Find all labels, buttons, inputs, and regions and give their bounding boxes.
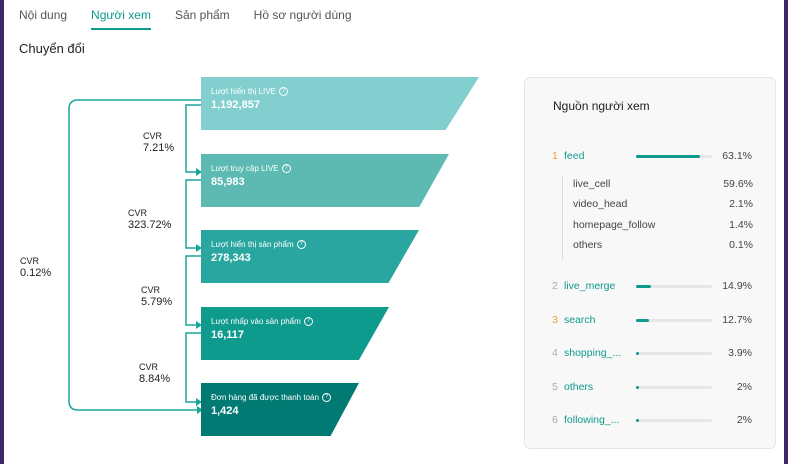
stage-label: Lượt truy cập LIVE [211, 164, 279, 173]
source-row-feed[interactable]: 1 feed 63.1% [552, 150, 752, 164]
feed-sub-sources: live_cell 59.6% video_head 2.1% homepage… [562, 176, 753, 260]
cvr-overall: CVR 0.12% [20, 255, 51, 279]
source-bar-fill [636, 155, 700, 158]
funnel-stage-live-impressions[interactable]: Lượt hiển thị LIVE? 1,192,857 [201, 77, 479, 130]
stage-value: 16,117 [211, 329, 245, 341]
source-name[interactable]: live_merge [564, 280, 615, 292]
sub-source-percent: 0.1% [729, 239, 753, 251]
source-rank: 3 [552, 314, 558, 326]
cvr-label: CVR [20, 256, 40, 266]
cvr-value: 0.12% [20, 267, 52, 279]
source-rank: 4 [552, 347, 558, 359]
source-name[interactable]: search [564, 314, 596, 326]
viewer-sources-card: Nguồn người xem 1 feed 63.1% live_cell 5… [524, 77, 776, 449]
sub-source-percent: 1.4% [729, 219, 753, 231]
stage-label: Lượt hiển thị LIVE [211, 87, 276, 96]
stage-label: Đơn hàng đã được thanh toán [211, 393, 319, 402]
info-icon[interactable]: ? [278, 87, 288, 96]
source-name[interactable]: others [564, 381, 593, 393]
stage-value: 278,343 [211, 252, 251, 264]
cvr-1-2: CVR 7.21% [143, 130, 174, 154]
stage-value: 1,424 [211, 405, 239, 417]
cvr-label: CVR [139, 362, 159, 372]
source-name[interactable]: following_... [564, 414, 619, 426]
source-row-others[interactable]: 5 others 2% [552, 381, 752, 395]
source-name[interactable]: shopping_... [564, 347, 621, 359]
source-row-search[interactable]: 3 search 12.7% [552, 314, 752, 328]
connector-3-4 [185, 255, 201, 326]
stage-label: Lượt nhấp vào sản phẩm [211, 317, 301, 326]
funnel-stage-live-visits[interactable]: Lượt truy cập LIVE? 85,983 [201, 154, 449, 207]
sub-source-name: video_head [573, 198, 628, 210]
source-row-following[interactable]: 6 following_... 2% [552, 414, 752, 428]
source-bar-fill [636, 285, 651, 288]
funnel-stage-product-impressions[interactable]: Lượt hiển thị sản phẩm? 278,343 [201, 230, 419, 283]
cvr-value: 7.21% [143, 142, 175, 154]
source-row-live-merge[interactable]: 2 live_merge 14.9% [552, 280, 752, 294]
info-icon[interactable]: ? [321, 393, 331, 402]
cvr-label: CVR [128, 208, 148, 218]
info-icon[interactable]: ? [303, 317, 313, 326]
funnel-stage-product-clicks[interactable]: Lượt nhấp vào sản phẩm? 16,117 [201, 307, 389, 360]
source-name[interactable]: feed [564, 150, 584, 162]
sub-source-name: homepage_follow [573, 219, 656, 231]
source-bar-track [636, 386, 712, 389]
cvr-label: CVR [143, 131, 163, 141]
sub-source-name: live_cell [573, 178, 611, 190]
stage-label: Lượt hiển thị sản phẩm [211, 240, 294, 249]
source-percent: 2% [736, 414, 752, 426]
source-bar-fill [636, 419, 639, 422]
source-percent: 63.1% [722, 150, 752, 162]
cvr-4-5: CVR 8.84% [139, 361, 170, 385]
info-icon[interactable]: ? [281, 164, 291, 173]
source-bar-track [636, 285, 712, 288]
source-percent: 3.9% [728, 347, 752, 359]
stage-value: 1,192,857 [211, 99, 260, 111]
cvr-3-4: CVR 5.79% [141, 284, 172, 308]
cvr-value: 8.84% [139, 373, 171, 385]
cvr-value: 323.72% [128, 219, 172, 231]
source-rank: 5 [552, 381, 558, 393]
cvr-2-3: CVR 323.72% [128, 207, 171, 231]
source-percent: 12.7% [722, 314, 752, 326]
page-frame: Nội dung Người xem Sản phẩm Hồ sơ người … [4, 0, 784, 464]
source-percent: 14.9% [722, 280, 752, 292]
sub-source-name: others [573, 239, 603, 251]
connector-4-5 [185, 332, 201, 403]
source-bar-fill [636, 352, 639, 355]
overall-connector [68, 99, 201, 411]
stage-value: 85,983 [211, 176, 245, 188]
source-rank: 6 [552, 414, 558, 426]
info-icon[interactable]: ? [296, 240, 306, 249]
source-percent: 2% [736, 381, 752, 393]
source-bar-track [636, 352, 712, 355]
source-bar-track [636, 319, 712, 322]
sub-source-percent: 2.1% [729, 198, 753, 210]
conversion-funnel: Lượt hiển thị LIVE? 1,192,857 Lượt truy … [4, 0, 504, 464]
connector-1-2 [185, 104, 201, 173]
source-bar-fill [636, 386, 639, 389]
source-rank: 1 [552, 150, 558, 162]
connector-2-3 [185, 179, 201, 249]
source-row-shopping[interactable]: 4 shopping_... 3.9% [552, 347, 752, 361]
cvr-label: CVR [141, 285, 161, 295]
source-rank: 2 [552, 280, 558, 292]
source-bar-track [636, 155, 712, 158]
sub-source-percent: 59.6% [723, 178, 753, 190]
source-bar-track [636, 419, 712, 422]
card-title: Nguồn người xem [553, 99, 650, 113]
cvr-value: 5.79% [141, 296, 173, 308]
source-bar-fill [636, 319, 649, 322]
